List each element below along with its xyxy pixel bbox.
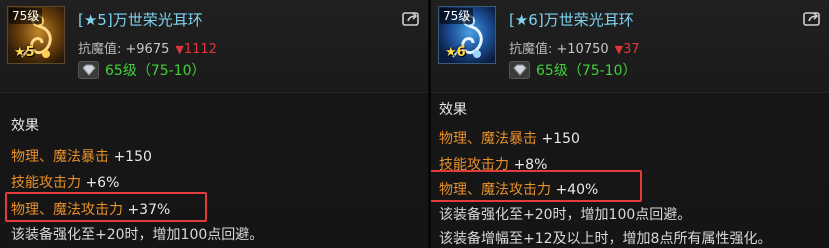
gem-level-text: 65级（75-10）: [536, 63, 637, 79]
option-label: 技能攻击力: [11, 175, 81, 191]
option-skill-attack: 技能攻击力 +6%: [11, 172, 119, 192]
gem-slot: 65级（75-10）: [78, 60, 206, 80]
stat-delta: 1112: [175, 42, 217, 57]
level-badge: 75级: [9, 8, 43, 24]
tooltip-header: 75级 ★5 [★5]万世荣光耳环 抗魔值:+9675 1112 65级（75-1…: [0, 0, 428, 93]
amplify-note: 该装备增幅至+12及以上时，增加8点所有属性强化。: [439, 231, 772, 247]
item-tooltip-left: 75级 ★5 [★5]万世荣光耳环 抗魔值:+9675 1112 65级（75-1…: [0, 0, 428, 248]
effect-title: 效果: [11, 118, 39, 134]
option-crit: 物理、魔法暴击 +150: [439, 128, 580, 148]
diamond-gem-icon: [78, 61, 99, 79]
star-badge: ★5: [14, 45, 35, 60]
stat-label: 抗魔值:: [509, 42, 553, 57]
item-icon[interactable]: 75级 ★6: [438, 6, 496, 64]
item-tooltip-right: 75级 ★6 [★6]万世荣光耳环 抗魔值:+10750 37 65级（75-10…: [431, 0, 829, 248]
tooltip-header: 75级 ★6 [★6]万世荣光耳环 抗魔值:+10750 37 65级（75-10…: [431, 0, 829, 93]
stat-value: +10750: [556, 42, 609, 57]
level-badge: 75级: [440, 8, 474, 24]
effect-title: 效果: [439, 102, 467, 118]
share-icon[interactable]: [402, 10, 420, 26]
item-name: [★6]万世荣光耳环: [509, 11, 634, 29]
option-label: 物理、魔法暴击: [439, 131, 537, 147]
gem-slot: 65级（75-10）: [509, 60, 637, 80]
stat-label: 抗魔值:: [78, 42, 122, 57]
item-icon[interactable]: 75级 ★5: [7, 6, 65, 64]
gem-level-text: 65级（75-10）: [105, 63, 206, 79]
option-value: +150: [541, 131, 580, 147]
stat-value: +9675: [125, 42, 170, 57]
option-value: +6%: [85, 175, 120, 191]
refine-note: 该装备强化至+20时，增加100点回避。: [11, 227, 264, 243]
magic-resist-stat: 抗魔值:+9675 1112: [78, 38, 217, 57]
option-label: 物理、魔法暴击: [11, 149, 109, 165]
highlight-box: [431, 170, 642, 202]
magic-resist-stat: 抗魔值:+10750 37: [509, 38, 640, 57]
item-name: [★5]万世荣光耳环: [78, 11, 203, 29]
highlight-box: [5, 192, 207, 222]
refine-note: 该装备强化至+20时，增加100点回避。: [439, 207, 692, 223]
diamond-gem-icon: [509, 61, 530, 79]
option-value: +150: [113, 149, 152, 165]
stat-delta: 37: [615, 42, 640, 57]
share-icon[interactable]: [803, 10, 821, 26]
star-badge: ★6: [445, 45, 466, 60]
option-crit: 物理、魔法暴击 +150: [11, 146, 152, 166]
